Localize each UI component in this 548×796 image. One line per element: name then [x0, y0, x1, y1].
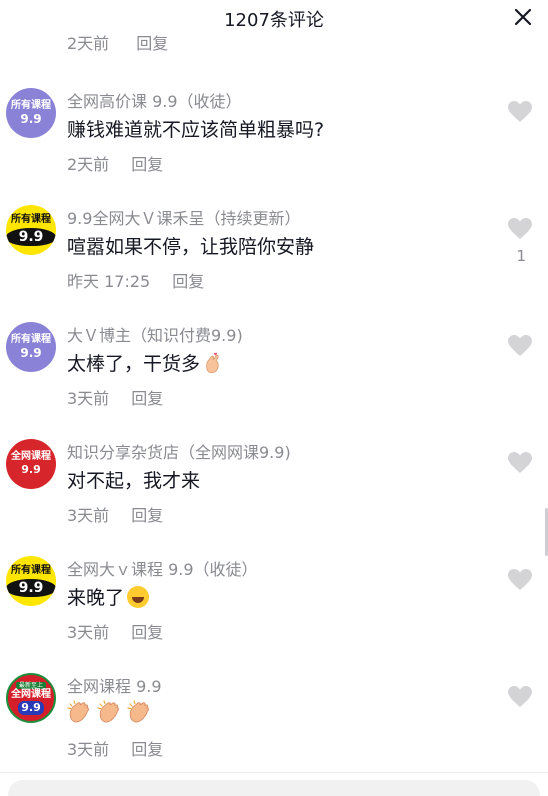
avatar[interactable]: 最新至上 全网课程 9.9: [6, 673, 56, 723]
comment-nickname[interactable]: 知识分享杂货店（全网网课9.9): [67, 439, 291, 463]
avatar-label: 所有课程: [11, 565, 51, 576]
avatar-label: 所有课程: [11, 214, 51, 225]
avatar-label: 全网课程: [11, 688, 51, 700]
avatar[interactable]: 全网课程 9.9: [6, 439, 56, 489]
comments-header: 1207条评论: [0, 0, 548, 34]
comment-nickname[interactable]: 全网课程 9.9: [67, 673, 162, 697]
reply-button[interactable]: 回复: [131, 155, 163, 174]
comment-time: 昨天 17:25: [67, 272, 151, 291]
reply-button[interactable]: 回复: [131, 389, 163, 408]
avatar-label: 所有课程: [11, 100, 51, 111]
comment-text: 喧嚣如果不停，让我陪你安静: [67, 232, 314, 259]
reply-button[interactable]: 回复: [131, 740, 163, 759]
comment-meta: 3天前 回复: [67, 619, 163, 643]
heart-icon[interactable]: [507, 100, 533, 124]
avatar[interactable]: 所有课程 9.9: [6, 556, 56, 606]
avatar-price: 9.9: [18, 700, 44, 715]
avatar-tag: 最新至上: [15, 681, 46, 689]
comment-meta: 3天前 回复: [67, 736, 163, 760]
avatar[interactable]: 所有课程 9.9: [6, 88, 56, 138]
comment-nickname[interactable]: 大Ｖ博主（知识付费9.9): [67, 322, 243, 346]
comment-item: 所有课程 9.9 9.9全网大Ｖ课禾呈（持续更新） 喧嚣如果不停，让我陪你安静 …: [0, 205, 548, 322]
comment-text: [67, 700, 157, 724]
comment-text-content: 来晚了: [67, 587, 125, 609]
comment-text-content: 对不起，我才来: [67, 470, 201, 492]
comment-nickname[interactable]: 全网高价课 9.9（收徒）: [67, 88, 242, 112]
reply-button[interactable]: 回复: [131, 506, 163, 525]
comment-text-content: 太棒了，干货多: [67, 353, 201, 375]
comment-text: 来晚了: [67, 583, 150, 610]
comment-item: 全网课程 9.9 知识分享杂货店（全网网课9.9) 对不起，我才来 3天前 回复: [0, 439, 548, 556]
clapping-hands-emoji-icon: [127, 700, 153, 724]
clapping-hands-emoji-icon: [97, 700, 123, 724]
reply-button[interactable]: 回复: [172, 272, 204, 291]
comments-count-title: 1207条评论: [224, 10, 324, 31]
avatar[interactable]: 所有课程 9.9: [6, 322, 56, 372]
reply-button[interactable]: 回复: [131, 623, 163, 642]
comment-time: 3天前: [67, 623, 110, 642]
comment-item: 所有课程 9.9 全网高价课 9.9（收徒） 赚钱难道就不应该简单粗暴吗? 2天…: [0, 88, 548, 205]
comment-input-bar[interactable]: [8, 780, 540, 796]
like-count: 1: [516, 247, 526, 265]
avatar-price: 9.9: [20, 112, 42, 126]
finger-heart-emoji-icon: [203, 352, 223, 374]
comment-text: 太棒了，干货多: [67, 349, 223, 376]
avatar-price: 9.9: [6, 228, 56, 246]
comment-time: 2天前: [67, 155, 110, 174]
comment-meta: 昨天 17:25 回复: [67, 268, 204, 292]
avatar[interactable]: 所有课程 9.9: [6, 205, 56, 255]
heart-icon[interactable]: [507, 685, 533, 709]
heart-icon[interactable]: [507, 334, 533, 358]
avatar-price: 9.9: [6, 579, 56, 597]
comment-meta: 3天前 回复: [67, 385, 163, 409]
divider: [0, 772, 548, 773]
clapping-hands-emoji-icon: [67, 700, 93, 724]
avatar-price: 9.9: [20, 346, 42, 360]
comment-item: 所有课程 9.9 全网大ｖ课程 9.9（收徒） 来晚了 3天前 回复: [0, 556, 548, 673]
rolling-laughing-emoji-icon: [127, 585, 150, 608]
comment-time: 2天前: [67, 34, 110, 53]
comment-text-content: 喧嚣如果不停，让我陪你安静: [67, 236, 315, 258]
comment-nickname[interactable]: 全网大ｖ课程 9.9（收徒）: [67, 556, 258, 580]
comment-text: 赚钱难道就不应该简单粗暴吗?: [67, 115, 324, 142]
comment-time: 3天前: [67, 740, 110, 759]
reply-button[interactable]: 回复: [136, 34, 168, 53]
comment-nickname[interactable]: 9.9全网大Ｖ课禾呈（持续更新）: [67, 205, 300, 229]
heart-icon[interactable]: [507, 568, 533, 592]
avatar-label: 全网课程: [11, 451, 51, 462]
comment-text-content: 赚钱难道就不应该简单粗暴吗?: [67, 119, 325, 141]
comment-meta: 2天前 回复: [67, 151, 163, 175]
comment-time: 3天前: [67, 389, 110, 408]
comment-meta: 3天前 回复: [67, 502, 163, 526]
comment-text: 对不起，我才来: [67, 466, 200, 493]
avatar-label: 所有课程: [11, 334, 51, 345]
comment-item: 所有课程 9.9 大Ｖ博主（知识付费9.9) 太棒了，干货多 3天前 回复: [0, 322, 548, 439]
heart-icon[interactable]: [507, 451, 533, 475]
comment-time: 3天前: [67, 506, 110, 525]
heart-icon[interactable]: [507, 217, 533, 241]
close-icon[interactable]: [512, 6, 534, 28]
avatar-price: 9.9: [21, 463, 41, 476]
